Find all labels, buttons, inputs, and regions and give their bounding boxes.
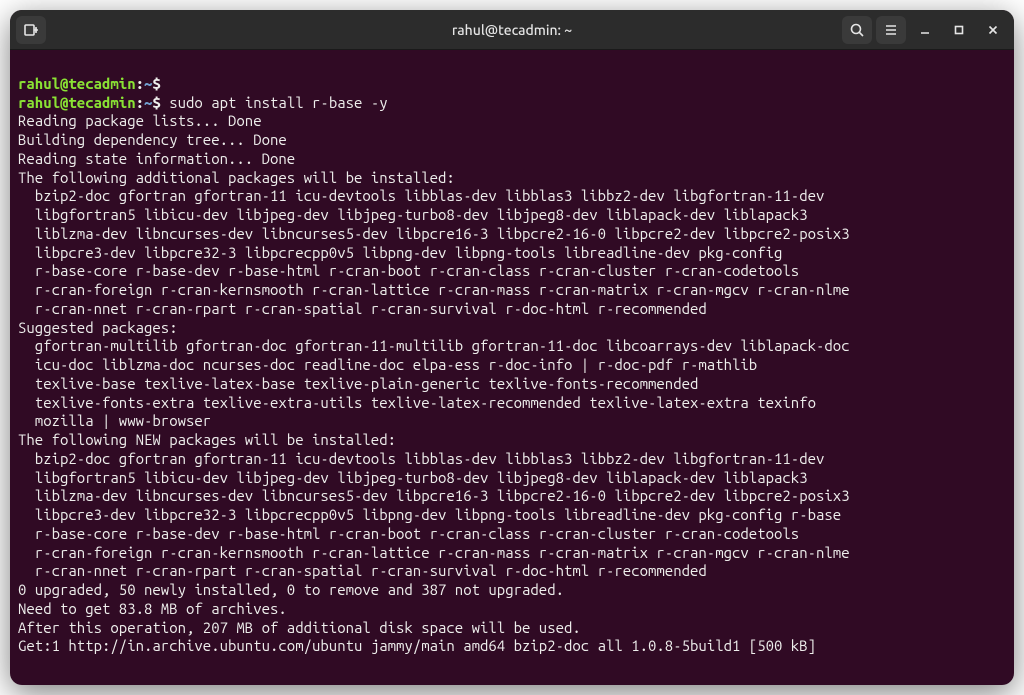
out-l18: The following NEW packages will be insta… xyxy=(18,431,396,448)
out-l16: texlive-fonts-extra texlive-extra-utils … xyxy=(18,394,816,411)
out-l5: bzip2-doc gfortran gfortran-11 icu-devto… xyxy=(18,187,824,204)
out-l1: Reading package lists... Done xyxy=(18,112,262,129)
out-l26: 0 upgraded, 50 newly installed, 0 to rem… xyxy=(18,581,564,598)
out-l6: libgfortran5 libicu-dev libjpeg-dev libj… xyxy=(18,206,808,223)
out-l3: Reading state information... Done xyxy=(18,150,295,167)
out-l11: r-cran-nnet r-cran-rpart r-cran-spatial … xyxy=(18,300,707,317)
terminal-window: rahul@tecadmin: ~ rahul@tecadmin:~$ rahu… xyxy=(10,10,1014,685)
prompt-colon: : xyxy=(136,75,144,92)
out-l7: liblzma-dev libncurses-dev libncurses5-d… xyxy=(18,225,850,242)
prompt-dollar: $ xyxy=(152,94,160,111)
out-l22: libpcre3-dev libpcre32-3 libpcrecpp0v5 l… xyxy=(18,506,841,523)
prompt-user: rahul@tecadmin xyxy=(18,75,136,92)
cmd-blank xyxy=(161,75,169,92)
out-l8: libpcre3-dev libpcre32-3 libpcrecpp0v5 l… xyxy=(18,244,782,261)
out-l20: libgfortran5 libicu-dev libjpeg-dev libj… xyxy=(18,469,808,486)
prompt-user: rahul@tecadmin xyxy=(18,94,136,111)
out-l24: r-cran-foreign r-cran-kernsmooth r-cran-… xyxy=(18,544,850,561)
out-l28: After this operation, 207 MB of addition… xyxy=(18,619,581,636)
search-button[interactable] xyxy=(842,16,872,44)
window-title: rahul@tecadmin: ~ xyxy=(452,22,572,38)
out-l25: r-cran-nnet r-cran-rpart r-cran-spatial … xyxy=(18,562,707,579)
close-button[interactable] xyxy=(978,15,1008,45)
out-l2: Building dependency tree... Done xyxy=(18,131,287,148)
out-l4: The following additional packages will b… xyxy=(18,169,455,186)
out-l17: mozilla | www-browser xyxy=(18,412,211,429)
out-l13: gfortran-multilib gfortran-doc gfortran-… xyxy=(18,337,850,354)
out-l29: Get:1 http://in.archive.ubuntu.com/ubunt… xyxy=(18,637,816,654)
prompt-colon: : xyxy=(136,94,144,111)
maximize-button[interactable] xyxy=(944,15,974,45)
out-l10: r-cran-foreign r-cran-kernsmooth r-cran-… xyxy=(18,281,850,298)
prompt-dollar: $ xyxy=(152,75,160,92)
out-l21: liblzma-dev libncurses-dev libncurses5-d… xyxy=(18,487,850,504)
terminal-body[interactable]: rahul@tecadmin:~$ rahul@tecadmin:~$ sudo… xyxy=(10,50,1014,685)
minimize-button[interactable] xyxy=(910,15,940,45)
new-tab-button[interactable] xyxy=(16,16,46,44)
menu-button[interactable] xyxy=(876,16,906,44)
out-l27: Need to get 83.8 MB of archives. xyxy=(18,600,287,617)
out-l15: texlive-base texlive-latex-base texlive-… xyxy=(18,375,698,392)
out-l14: icu-doc liblzma-doc ncurses-doc readline… xyxy=(18,356,757,373)
out-l9: r-base-core r-base-dev r-base-html r-cra… xyxy=(18,262,799,279)
titlebar: rahul@tecadmin: ~ xyxy=(10,10,1014,50)
out-l19: bzip2-doc gfortran gfortran-11 icu-devto… xyxy=(18,450,824,467)
cmd-install: sudo apt install r-base -y xyxy=(169,94,387,111)
out-l23: r-base-core r-base-dev r-base-html r-cra… xyxy=(18,525,799,542)
out-l12: Suggested packages: xyxy=(18,319,178,336)
